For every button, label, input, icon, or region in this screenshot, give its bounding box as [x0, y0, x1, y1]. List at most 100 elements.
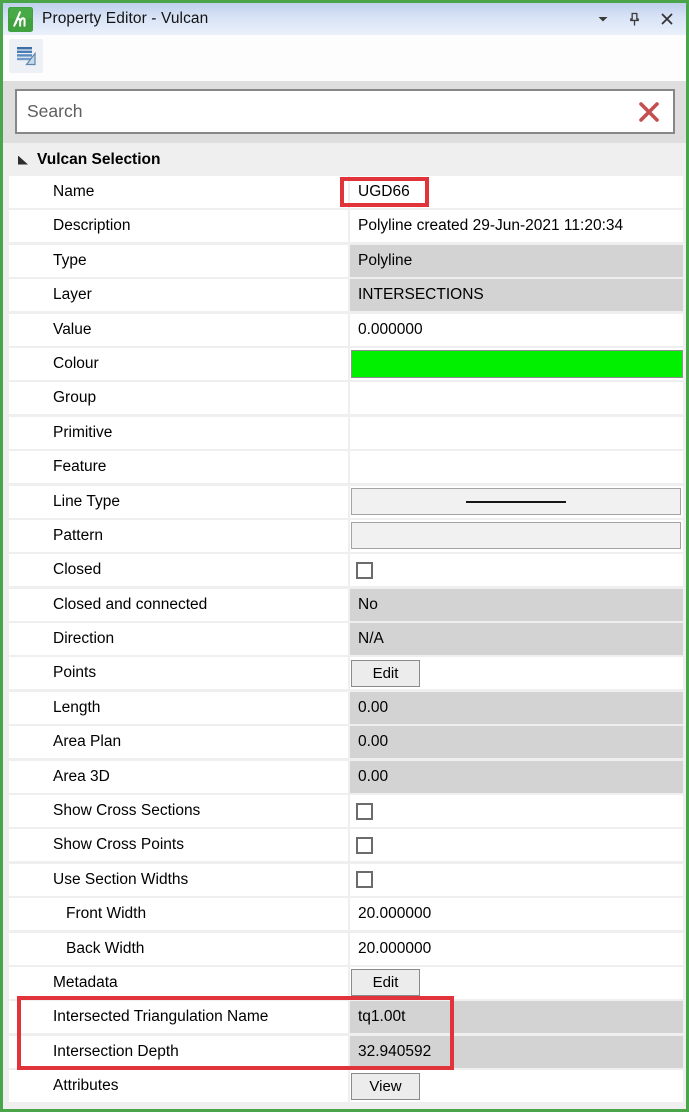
property-label: Attributes — [45, 1070, 348, 1102]
property-value[interactable]: 20.000000 — [350, 940, 431, 958]
row-gutter — [9, 245, 45, 277]
row-gutter — [9, 967, 45, 999]
property-label: Type — [45, 245, 348, 277]
property-row: LayerINTERSECTIONS — [9, 279, 683, 311]
property-value-cell: INTERSECTIONS — [348, 279, 683, 311]
property-value-cell: View — [348, 1070, 683, 1102]
row-gutter — [9, 829, 45, 861]
chevron-down-icon[interactable] — [595, 12, 610, 27]
property-value-cell — [348, 554, 683, 586]
row-gutter — [9, 314, 45, 346]
property-label: Show Cross Points — [45, 829, 348, 861]
property-value-cell[interactable]: 20.000000 — [348, 933, 683, 965]
row-gutter — [9, 382, 45, 414]
checkbox[interactable] — [356, 837, 373, 854]
pin-icon[interactable] — [627, 12, 642, 27]
row-gutter — [9, 176, 45, 208]
checkbox[interactable] — [356, 871, 373, 888]
display-properties-button[interactable] — [9, 39, 43, 73]
property-label: Primitive — [45, 417, 348, 449]
property-value-cell[interactable]: UGD66 — [348, 176, 683, 208]
property-row: Colour — [9, 348, 683, 380]
property-row: Primitive — [9, 417, 683, 449]
property-value: 0.00 — [350, 733, 388, 751]
display-properties-icon — [14, 44, 38, 68]
row-gutter — [9, 692, 45, 724]
property-value-cell — [348, 864, 683, 896]
property-row: Show Cross Sections — [9, 795, 683, 827]
search-section — [3, 81, 686, 143]
property-row: AttributesView — [9, 1070, 683, 1102]
property-value-cell: 32.940592 — [348, 1036, 683, 1068]
property-value: 32.940592 — [350, 1043, 431, 1061]
property-label: Points — [45, 657, 348, 689]
property-label: Group — [45, 382, 348, 414]
row-gutter — [9, 657, 45, 689]
property-value-cell[interactable] — [348, 382, 683, 414]
close-icon[interactable] — [659, 12, 674, 27]
row-gutter — [9, 210, 45, 242]
property-value-cell[interactable]: 20.000000 — [348, 898, 683, 930]
property-label: Value — [45, 314, 348, 346]
property-label: Back Width — [45, 933, 348, 965]
property-row: PointsEdit — [9, 657, 683, 689]
window-title: Property Editor - Vulcan — [42, 10, 208, 28]
property-label: Area Plan — [45, 726, 348, 758]
edit-button[interactable]: Edit — [351, 660, 420, 687]
view-button[interactable]: View — [351, 1073, 420, 1100]
property-value: N/A — [350, 630, 384, 648]
property-value-cell[interactable]: 0.000000 — [348, 314, 683, 346]
property-value-cell: Polyline — [348, 245, 683, 277]
property-value-cell: 0.00 — [348, 761, 683, 793]
property-row: Value0.000000 — [9, 314, 683, 346]
property-value[interactable]: 20.000000 — [350, 905, 431, 923]
property-value[interactable]: UGD66 — [358, 183, 410, 201]
property-label: Layer — [45, 279, 348, 311]
property-row: Use Section Widths — [9, 864, 683, 896]
property-value-cell: tq1.00t — [348, 1001, 683, 1033]
section-title: Vulcan Selection — [37, 151, 160, 169]
row-gutter — [9, 348, 45, 380]
property-value[interactable]: 0.000000 — [350, 321, 423, 339]
property-label: Show Cross Sections — [45, 795, 348, 827]
property-label: Intersection Depth — [45, 1036, 348, 1068]
property-row: NameUGD66 — [9, 176, 683, 208]
titlebar: Property Editor - Vulcan — [3, 3, 686, 35]
property-value-cell: Edit — [348, 967, 683, 999]
property-value-cell[interactable] — [348, 417, 683, 449]
property-value-cell[interactable] — [348, 451, 683, 483]
row-gutter — [9, 520, 45, 552]
property-value[interactable]: Polyline created 29-Jun-2021 11:20:34 — [350, 217, 623, 235]
checkbox[interactable] — [356, 562, 373, 579]
annotated-row-group: Intersected Triangulation Nametq1.00tInt… — [9, 1001, 683, 1067]
titlebar-controls — [595, 12, 674, 27]
search-input[interactable] — [27, 101, 637, 122]
property-row: Intersected Triangulation Nametq1.00t — [9, 1001, 683, 1033]
property-row: Show Cross Points — [9, 829, 683, 861]
search-clear-x-icon[interactable] — [637, 100, 661, 124]
checkbox[interactable] — [356, 803, 373, 820]
colour-swatch[interactable] — [351, 350, 683, 378]
expander-triangle-icon[interactable] — [18, 156, 28, 165]
property-value-cell — [348, 348, 683, 380]
section-header-vulcan-selection: Vulcan Selection — [9, 144, 683, 176]
pattern-button[interactable] — [351, 522, 681, 549]
property-value-cell: 0.00 — [348, 692, 683, 724]
property-value: No — [350, 596, 378, 614]
property-label: Use Section Widths — [45, 864, 348, 896]
edit-button[interactable]: Edit — [351, 969, 420, 996]
property-label: Pattern — [45, 520, 348, 552]
property-value-cell[interactable]: Polyline created 29-Jun-2021 11:20:34 — [348, 210, 683, 242]
property-value: INTERSECTIONS — [350, 286, 484, 304]
property-label: Front Width — [45, 898, 348, 930]
row-gutter — [9, 417, 45, 449]
row-gutter — [9, 451, 45, 483]
property-value: 0.00 — [350, 768, 388, 786]
property-label: Feature — [45, 451, 348, 483]
property-row: MetadataEdit — [9, 967, 683, 999]
line-type-button[interactable] — [351, 488, 681, 515]
property-value-cell: Edit — [348, 657, 683, 689]
property-label: Description — [45, 210, 348, 242]
property-row: Pattern — [9, 520, 683, 552]
property-row: Feature — [9, 451, 683, 483]
